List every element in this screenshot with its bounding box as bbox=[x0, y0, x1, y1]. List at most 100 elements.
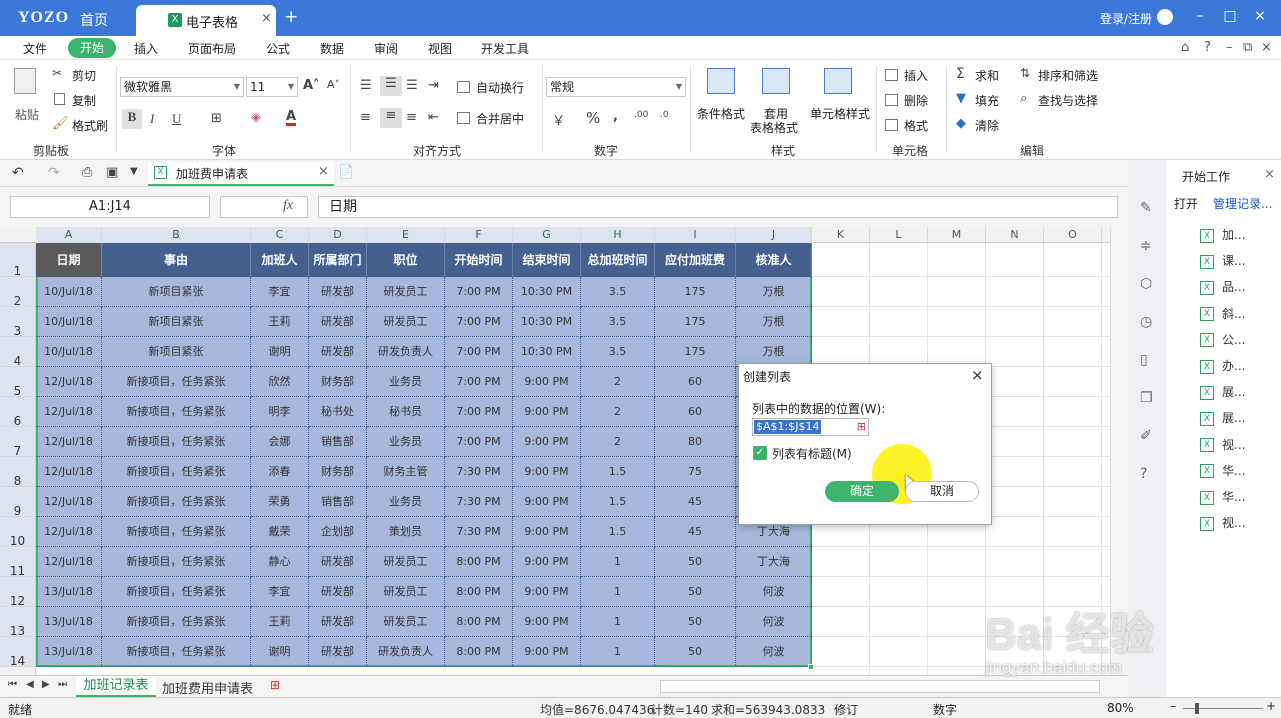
close-workbook-icon[interactable]: × bbox=[318, 164, 329, 179]
table-cell[interactable]: 13/Jul/18 bbox=[36, 607, 102, 637]
format-cells-button[interactable]: 格式 bbox=[904, 117, 928, 134]
fill-button[interactable]: 填充 bbox=[975, 92, 999, 109]
table-cell[interactable]: 丁大海 bbox=[736, 547, 812, 577]
open-link[interactable]: 打开 bbox=[1174, 195, 1198, 212]
workbook-tab[interactable]: X 加班费申请表 × bbox=[148, 162, 334, 186]
table-cell[interactable]: 8:00 PM bbox=[445, 607, 513, 637]
sort-filter-button[interactable]: 排序和筛选 bbox=[1038, 67, 1098, 84]
table-cell[interactable]: 研发员工 bbox=[367, 607, 445, 637]
table-cell[interactable]: 万根 bbox=[736, 307, 812, 337]
recent-file-item[interactable]: X 课... bbox=[1200, 252, 1245, 269]
recent-file-item[interactable]: X 加... bbox=[1200, 226, 1245, 243]
border-icon[interactable]: ⊞ bbox=[211, 111, 222, 126]
recent-file-item[interactable]: X 展... bbox=[1200, 383, 1245, 400]
edit-icon[interactable]: ✐ bbox=[1140, 428, 1152, 444]
close-tab-icon[interactable]: × bbox=[261, 11, 272, 26]
table-header-cell[interactable]: 职位 bbox=[367, 243, 445, 277]
sheet-tab-overtime-records[interactable]: 加班记录表 bbox=[76, 676, 156, 697]
zoom-slider-thumb[interactable] bbox=[1195, 703, 1199, 714]
table-cell[interactable]: 新接项目，任务紧张 bbox=[102, 487, 251, 517]
row-header[interactable]: 6 bbox=[0, 397, 36, 428]
table-cell[interactable]: 1.5 bbox=[581, 517, 655, 547]
fill-color-icon[interactable]: ◈ bbox=[251, 110, 261, 125]
recent-file-item[interactable]: X 办... bbox=[1200, 357, 1245, 374]
table-cell[interactable]: 研发员工 bbox=[367, 277, 445, 307]
table-cell[interactable]: 谢明 bbox=[251, 337, 309, 367]
table-cell[interactable]: 策划员 bbox=[367, 517, 445, 547]
table-cell[interactable]: 万根 bbox=[736, 277, 812, 307]
copy-button[interactable]: 复制 bbox=[72, 92, 96, 109]
row-header[interactable]: 8 bbox=[0, 457, 36, 488]
table-cell[interactable]: 新接项目，任务紧张 bbox=[102, 427, 251, 457]
column-header[interactable]: H bbox=[581, 227, 655, 243]
column-header[interactable]: J bbox=[736, 227, 812, 243]
table-cell[interactable]: 王莉 bbox=[251, 607, 309, 637]
zoom-in-button[interactable]: + bbox=[1266, 699, 1276, 713]
table-cell[interactable]: 研发员工 bbox=[367, 547, 445, 577]
close-task-pane-icon[interactable]: × bbox=[1264, 167, 1275, 182]
table-cell[interactable]: 7:00 PM bbox=[445, 307, 513, 337]
table-cell[interactable]: 财务部 bbox=[309, 457, 367, 487]
document-tab[interactable]: X 电子表格 × bbox=[136, 5, 276, 36]
table-cell[interactable]: 新接项目，任务紧张 bbox=[102, 577, 251, 607]
row-header[interactable]: 14 bbox=[0, 637, 36, 668]
table-cell[interactable]: 50 bbox=[655, 607, 736, 637]
table-cell[interactable]: 添春 bbox=[251, 457, 309, 487]
table-cell[interactable]: 荣勇 bbox=[251, 487, 309, 517]
row-header[interactable]: 11 bbox=[0, 547, 36, 578]
column-header[interactable]: F bbox=[445, 227, 513, 243]
table-cell[interactable]: 业务员 bbox=[367, 427, 445, 457]
table-cell[interactable]: 9:00 PM bbox=[513, 487, 581, 517]
delete-cells-button[interactable]: 删除 bbox=[904, 92, 928, 109]
menu-review[interactable]: 审阅 bbox=[374, 40, 398, 57]
table-cell[interactable]: 3.5 bbox=[581, 337, 655, 367]
recent-file-item[interactable]: X 华... bbox=[1200, 488, 1245, 505]
table-cell[interactable]: 175 bbox=[655, 277, 736, 307]
table-cell[interactable]: 12/Jul/18 bbox=[36, 397, 102, 427]
pen-icon[interactable]: ✎ bbox=[1140, 200, 1152, 216]
copy-pages-icon[interactable]: ❐ bbox=[1140, 390, 1153, 406]
table-cell[interactable]: 研发员工 bbox=[367, 577, 445, 607]
table-cell[interactable]: 50 bbox=[655, 637, 736, 667]
column-header[interactable]: N bbox=[986, 227, 1044, 243]
table-cell[interactable]: 业务员 bbox=[367, 487, 445, 517]
row-header[interactable]: 10 bbox=[0, 517, 36, 548]
column-header[interactable]: I bbox=[655, 227, 736, 243]
column-header[interactable]: A bbox=[36, 227, 102, 243]
table-header-cell[interactable]: 日期 bbox=[36, 243, 102, 277]
table-cell[interactable]: 7:00 PM bbox=[445, 337, 513, 367]
table-cell[interactable]: 8:00 PM bbox=[445, 547, 513, 577]
table-cell[interactable]: 静心 bbox=[251, 547, 309, 577]
table-cell[interactable]: 175 bbox=[655, 307, 736, 337]
add-sheet-icon[interactable]: ⊞ bbox=[270, 678, 280, 692]
function-box[interactable]: fx bbox=[220, 196, 308, 218]
table-cell[interactable]: 欣然 bbox=[251, 367, 309, 397]
percent-icon[interactable]: % bbox=[586, 109, 600, 127]
menu-insert[interactable]: 插入 bbox=[134, 40, 158, 57]
menu-data[interactable]: 数据 bbox=[320, 40, 344, 57]
table-cell[interactable]: 9:00 PM bbox=[513, 397, 581, 427]
table-cell[interactable]: 12/Jul/18 bbox=[36, 547, 102, 577]
print-preview-icon[interactable]: ⎙ bbox=[82, 165, 92, 180]
table-cell[interactable]: 研发部 bbox=[309, 277, 367, 307]
table-cell[interactable]: 10/Jul/18 bbox=[36, 307, 102, 337]
increase-decimal-icon[interactable]: .00 bbox=[634, 110, 648, 120]
table-cell[interactable]: 研发部 bbox=[309, 607, 367, 637]
collapse-ribbon-icon[interactable]: ⌂ bbox=[1181, 40, 1189, 55]
format-painter-button[interactable]: 格式刷 bbox=[72, 117, 108, 134]
conditional-format-button[interactable]: 条件格式 bbox=[697, 105, 745, 122]
sum-button[interactable]: 求和 bbox=[975, 67, 999, 84]
table-header-cell[interactable]: 加班人 bbox=[251, 243, 309, 277]
table-style-label-2[interactable]: 表格格式 bbox=[750, 119, 798, 136]
table-cell[interactable]: 何波 bbox=[736, 577, 812, 607]
table-cell[interactable]: 新接项目，任务紧张 bbox=[102, 367, 251, 397]
row-header[interactable]: 1 bbox=[0, 243, 36, 278]
doc-close-icon[interactable]: × bbox=[1261, 40, 1272, 55]
table-cell[interactable]: 45 bbox=[655, 517, 736, 547]
menu-page-layout[interactable]: 页面布局 bbox=[188, 40, 236, 57]
table-cell[interactable]: 9:00 PM bbox=[513, 547, 581, 577]
column-header[interactable]: E bbox=[367, 227, 445, 243]
table-cell[interactable]: 李宜 bbox=[251, 577, 309, 607]
table-cell[interactable]: 50 bbox=[655, 547, 736, 577]
table-cell[interactable]: 何波 bbox=[736, 637, 812, 667]
